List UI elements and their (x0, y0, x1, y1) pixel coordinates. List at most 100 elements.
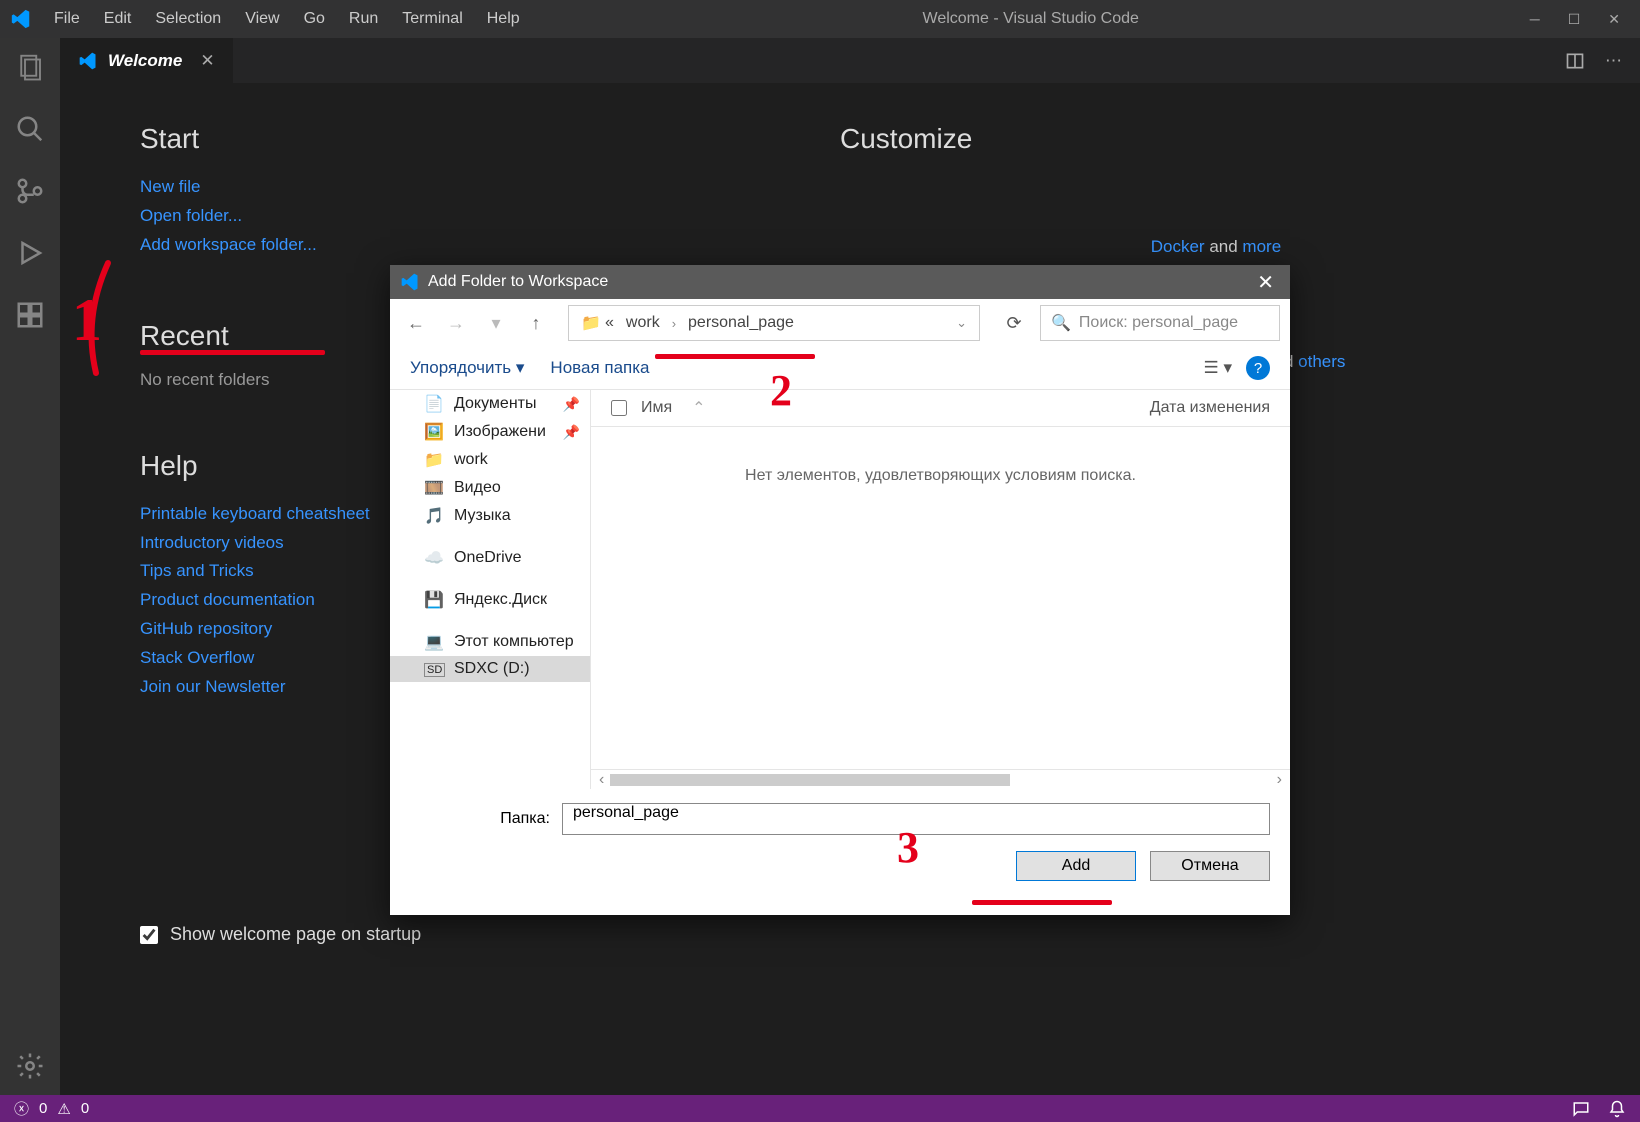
help-cheatsheet-link[interactable]: Printable keyboard cheatsheet (140, 504, 370, 523)
tree-item-label: Этот компьютер (454, 633, 574, 651)
extensions-icon[interactable] (13, 298, 47, 332)
tree-item[interactable]: 💻Этот компьютер (390, 628, 590, 656)
start-heading: Start (140, 123, 560, 155)
help-docs-link[interactable]: Product documentation (140, 590, 315, 609)
folder-label: Папка: (410, 810, 550, 828)
col-date[interactable]: Дата изменения (1150, 399, 1270, 417)
empty-message: Нет элементов, удовлетворяющих условиям … (591, 427, 1290, 769)
tab-welcome[interactable]: Welcome ✕ (60, 38, 233, 83)
source-control-icon[interactable] (13, 174, 47, 208)
customize-heading: Customize (840, 123, 1360, 155)
tree-item-label: Видео (454, 479, 501, 497)
warnings-icon[interactable]: ⚠ (57, 1100, 70, 1118)
explorer-icon[interactable] (13, 50, 47, 84)
open-folder-link[interactable]: Open folder... (140, 206, 242, 225)
tree-item-icon: 🎵 (424, 506, 444, 526)
activity-bar (0, 38, 60, 1095)
help-videos-link[interactable]: Introductory videos (140, 533, 284, 552)
search-placeholder: Поиск: personal_page (1079, 314, 1238, 332)
dialog-search[interactable]: 🔍 Поиск: personal_page (1040, 305, 1280, 341)
vscode-icon (400, 272, 420, 292)
vscode-logo-icon (10, 8, 32, 30)
dialog-title: Add Folder to Workspace (428, 273, 608, 291)
new-folder-button[interactable]: Новая папка (550, 358, 649, 378)
search-icon[interactable] (13, 112, 47, 146)
menu-help[interactable]: Help (475, 10, 532, 28)
startup-checkbox-input[interactable] (140, 926, 158, 944)
tree-item[interactable]: ☁️OneDrive (390, 544, 590, 572)
warnings-count[interactable]: 0 (81, 1100, 89, 1117)
tab-bar: Welcome ✕ ⋯ (60, 38, 1640, 83)
startup-checkbox[interactable]: Show welcome page on startup (140, 924, 421, 945)
cancel-button[interactable]: Отмена (1150, 851, 1270, 881)
bell-icon[interactable] (1608, 1100, 1626, 1118)
tree-item[interactable]: 🎞️Видео (390, 474, 590, 502)
tree-item-label: SDXC (D:) (454, 660, 530, 678)
tree-item[interactable]: 🎵Музыка (390, 502, 590, 530)
statusbar: ⓧ 0 ⚠ 0 (0, 1095, 1640, 1122)
menu-file[interactable]: File (42, 10, 92, 28)
help-stackoverflow-link[interactable]: Stack Overflow (140, 648, 254, 667)
others-link[interactable]: others (1298, 352, 1345, 371)
tree-item[interactable]: 🖼️Изображени📌 (390, 418, 590, 446)
nav-forward-icon[interactable]: → (440, 307, 472, 339)
dialog-close-icon[interactable]: ✕ (1251, 270, 1280, 295)
help-tips-link[interactable]: Tips and Tricks (140, 561, 254, 580)
more-link[interactable]: more (1242, 237, 1281, 256)
menu-view[interactable]: View (233, 10, 291, 28)
organize-dropdown[interactable]: Упорядочить ▾ (410, 358, 524, 378)
titlebar: File Edit Selection View Go Run Terminal… (0, 0, 1640, 38)
errors-icon[interactable]: ⓧ (14, 1098, 29, 1119)
help-newsletter-link[interactable]: Join our Newsletter (140, 677, 286, 696)
refresh-icon[interactable]: ⟳ (996, 305, 1032, 341)
crumb-1[interactable]: personal_page (684, 314, 798, 332)
tree-item[interactable]: SDSDXC (D:) (390, 656, 590, 682)
select-all-checkbox[interactable] (611, 400, 627, 416)
pin-icon: 📌 (563, 396, 580, 413)
nav-tree: 📄Документы📌🖼️Изображени📌📁work🎞️Видео🎵Муз… (390, 390, 590, 789)
help-icon[interactable]: ? (1246, 356, 1270, 380)
close-icon[interactable]: ✕ (1608, 11, 1620, 28)
collapse-icon[interactable]: ⌃ (692, 398, 705, 418)
minimize-icon[interactable]: ─ (1530, 11, 1540, 28)
startup-checkbox-label: Show welcome page on startup (170, 924, 421, 945)
tree-item-icon: 💾 (424, 590, 444, 610)
feedback-icon[interactable] (1572, 1100, 1590, 1118)
tree-item[interactable]: 💾 Яндекс.Диск (390, 586, 590, 614)
nav-recent-icon[interactable]: ▾ (480, 307, 512, 339)
settings-gear-icon[interactable] (13, 1049, 47, 1083)
split-editor-icon[interactable] (1565, 51, 1585, 71)
more-actions-icon[interactable]: ⋯ (1605, 51, 1622, 71)
nav-up-icon[interactable]: ↑ (520, 307, 552, 339)
add-workspace-folder-link[interactable]: Add workspace folder... (140, 235, 317, 254)
breadcrumb-prefix: « (601, 314, 618, 332)
tree-item[interactable]: 📄Документы📌 (390, 390, 590, 418)
add-button[interactable]: Add (1016, 851, 1136, 881)
horizontal-scrollbar[interactable]: ‹› (591, 769, 1290, 789)
tree-item[interactable]: 📁work (390, 446, 590, 474)
customize-tools-docker: ……………………………………………… Docker and more (840, 237, 1281, 256)
menu-selection[interactable]: Selection (143, 10, 233, 28)
menu-edit[interactable]: Edit (92, 10, 144, 28)
chevron-down-icon[interactable]: ⌄ (952, 315, 971, 331)
breadcrumb[interactable]: 📁 « work › personal_page ⌄ (568, 305, 980, 341)
folder-icon: 📁 (577, 313, 597, 333)
menu-run[interactable]: Run (337, 10, 390, 28)
folder-name-input[interactable]: personal_page (562, 803, 1270, 835)
nav-back-icon[interactable]: ← (400, 307, 432, 339)
menu-go[interactable]: Go (292, 10, 337, 28)
errors-count[interactable]: 0 (39, 1100, 47, 1117)
tree-item-label: Яндекс.Диск (454, 591, 547, 609)
tree-item-icon: ☁️ (424, 548, 444, 568)
tree-item-label: work (454, 451, 488, 469)
crumb-0[interactable]: work (622, 314, 664, 332)
new-file-link[interactable]: New file (140, 177, 200, 196)
menu-terminal[interactable]: Terminal (390, 10, 474, 28)
maximize-icon[interactable]: ☐ (1568, 11, 1581, 28)
col-name[interactable]: Имя (641, 399, 672, 417)
view-mode-icon[interactable]: ☰ ▾ (1204, 358, 1233, 378)
help-github-link[interactable]: GitHub repository (140, 619, 272, 638)
tab-close-icon[interactable]: ✕ (200, 51, 214, 71)
docker-link[interactable]: Docker (1151, 237, 1205, 256)
run-debug-icon[interactable] (13, 236, 47, 270)
